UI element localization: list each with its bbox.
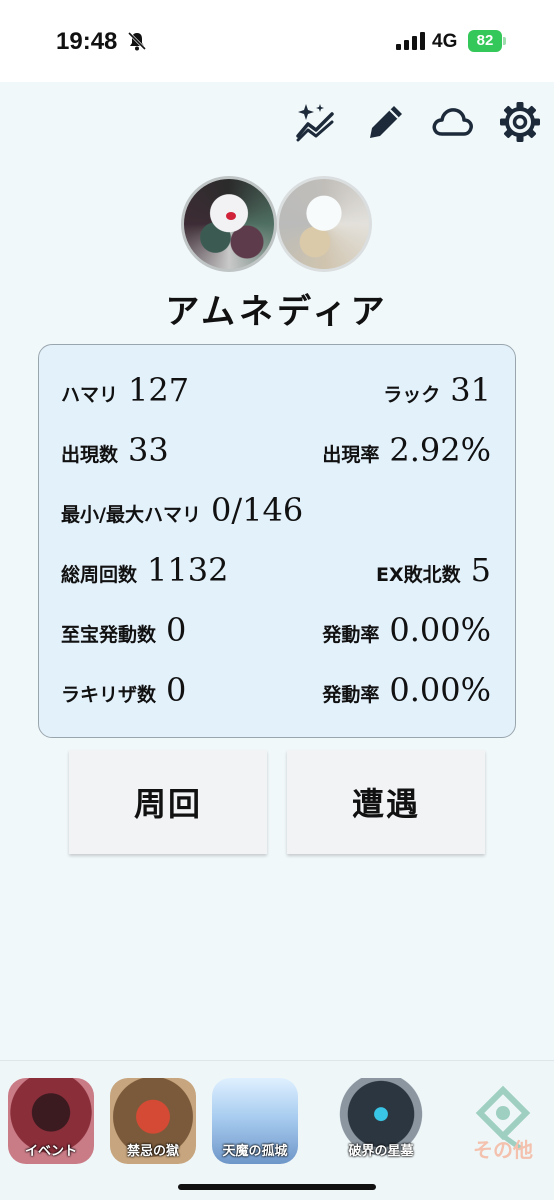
cloud-icon bbox=[432, 108, 473, 136]
stat-appear-count: 出現数 33 bbox=[61, 431, 169, 469]
stat-ex-defeat-label: EX敗北数 bbox=[376, 564, 461, 586]
nav-other[interactable]: その他 bbox=[460, 1078, 546, 1164]
stat-hamari-value: 127 bbox=[128, 371, 190, 409]
stat-total-runs: 総周回数 1132 bbox=[61, 551, 228, 589]
stat-treasure-rate-value: 0.00% bbox=[389, 611, 491, 649]
character-portrait-alt[interactable] bbox=[276, 176, 372, 272]
nav-tenma-castle-label: 天魔の孤城 bbox=[222, 1144, 288, 1159]
gear-icon bbox=[500, 102, 540, 142]
nav-other-label: その他 bbox=[473, 1138, 533, 1162]
stat-total-runs-value: 1132 bbox=[147, 551, 229, 589]
stat-minmax-value: 0/146 bbox=[210, 491, 304, 529]
stat-lucky-label: ラキリザ数 bbox=[61, 684, 157, 706]
stat-minmax-label: 最小/最大ハマリ bbox=[61, 504, 201, 526]
stat-appear-rate: 出現率 2.92% bbox=[322, 431, 491, 469]
stats-card: ハマリ 127 ラック 31 出現数 33 出現率 2.92% 最小/最大ハマリ 0/14… bbox=[38, 344, 516, 738]
stat-appear-count-label: 出現数 bbox=[61, 444, 119, 466]
status-time: 19:48 bbox=[56, 28, 118, 55]
nav-event-label: イベント bbox=[24, 1144, 77, 1159]
stat-lucky: ラキリザ数 0 bbox=[61, 671, 186, 709]
stat-lucky-value: 0 bbox=[166, 671, 187, 709]
stat-appear-rate-value: 2.92% bbox=[389, 431, 491, 469]
stat-lucky-rate: 発動率 0.00% bbox=[322, 671, 491, 709]
settings-button[interactable] bbox=[498, 100, 542, 144]
stat-luck-value: 31 bbox=[450, 371, 491, 409]
status-bar: 19:48 4G 82 bbox=[0, 0, 554, 82]
stat-treasure-rate: 発動率 0.00% bbox=[322, 611, 491, 649]
pencil-icon bbox=[370, 106, 402, 138]
stat-hamari-label: ハマリ bbox=[61, 384, 119, 406]
stat-lucky-rate-label: 発動率 bbox=[322, 684, 380, 706]
nav-event[interactable]: イベント bbox=[8, 1078, 94, 1164]
stat-hamari: ハマリ 127 bbox=[61, 371, 189, 409]
stat-treasure-label: 至宝発動数 bbox=[61, 624, 157, 646]
nav-hakai-star-tomb-label: 破界の星墓 bbox=[348, 1144, 414, 1159]
character-portrait-main[interactable] bbox=[181, 176, 277, 272]
nav-forbidden-prison[interactable]: 禁忌の獄 bbox=[110, 1078, 196, 1164]
edit-button[interactable] bbox=[364, 100, 408, 144]
cloud-button[interactable] bbox=[430, 100, 474, 144]
stat-treasure-rate-label: 発動率 bbox=[322, 624, 380, 646]
sparkle-chart-button[interactable] bbox=[294, 100, 338, 144]
network-type: 4G bbox=[432, 31, 458, 52]
stat-ex-defeat: EX敗北数 5 bbox=[376, 551, 491, 589]
stat-appear-count-value: 33 bbox=[128, 431, 169, 469]
signal-icon bbox=[396, 32, 425, 50]
stat-luck: ラック 31 bbox=[383, 371, 491, 409]
stat-minmax: 最小/最大ハマリ 0/146 bbox=[61, 491, 303, 529]
encounter-button[interactable]: 遭遇 bbox=[287, 750, 485, 854]
stat-appear-rate-label: 出現率 bbox=[322, 444, 380, 466]
stat-total-runs-label: 総周回数 bbox=[61, 564, 138, 586]
nav-hakai-star-tomb[interactable]: 破界の星墓 bbox=[338, 1078, 424, 1164]
nav-forbidden-prison-label: 禁忌の獄 bbox=[126, 1144, 179, 1159]
stat-treasure-value: 0 bbox=[166, 611, 187, 649]
sparkle-chart-icon bbox=[296, 104, 334, 142]
stat-ex-defeat-value: 5 bbox=[470, 551, 491, 589]
nav-tenma-castle[interactable]: 天魔の孤城 bbox=[212, 1078, 298, 1164]
stat-luck-label: ラック bbox=[383, 384, 441, 406]
character-name: アムネディア bbox=[165, 292, 389, 332]
character-eye-accent bbox=[226, 212, 236, 220]
home-indicator bbox=[178, 1184, 376, 1190]
lap-button[interactable]: 周回 bbox=[69, 750, 267, 854]
battery-cap bbox=[503, 37, 506, 45]
bell-slash-icon bbox=[127, 31, 147, 51]
battery-indicator: 82 bbox=[468, 30, 502, 52]
stat-lucky-rate-value: 0.00% bbox=[389, 671, 491, 709]
stat-treasure: 至宝発動数 0 bbox=[61, 611, 186, 649]
